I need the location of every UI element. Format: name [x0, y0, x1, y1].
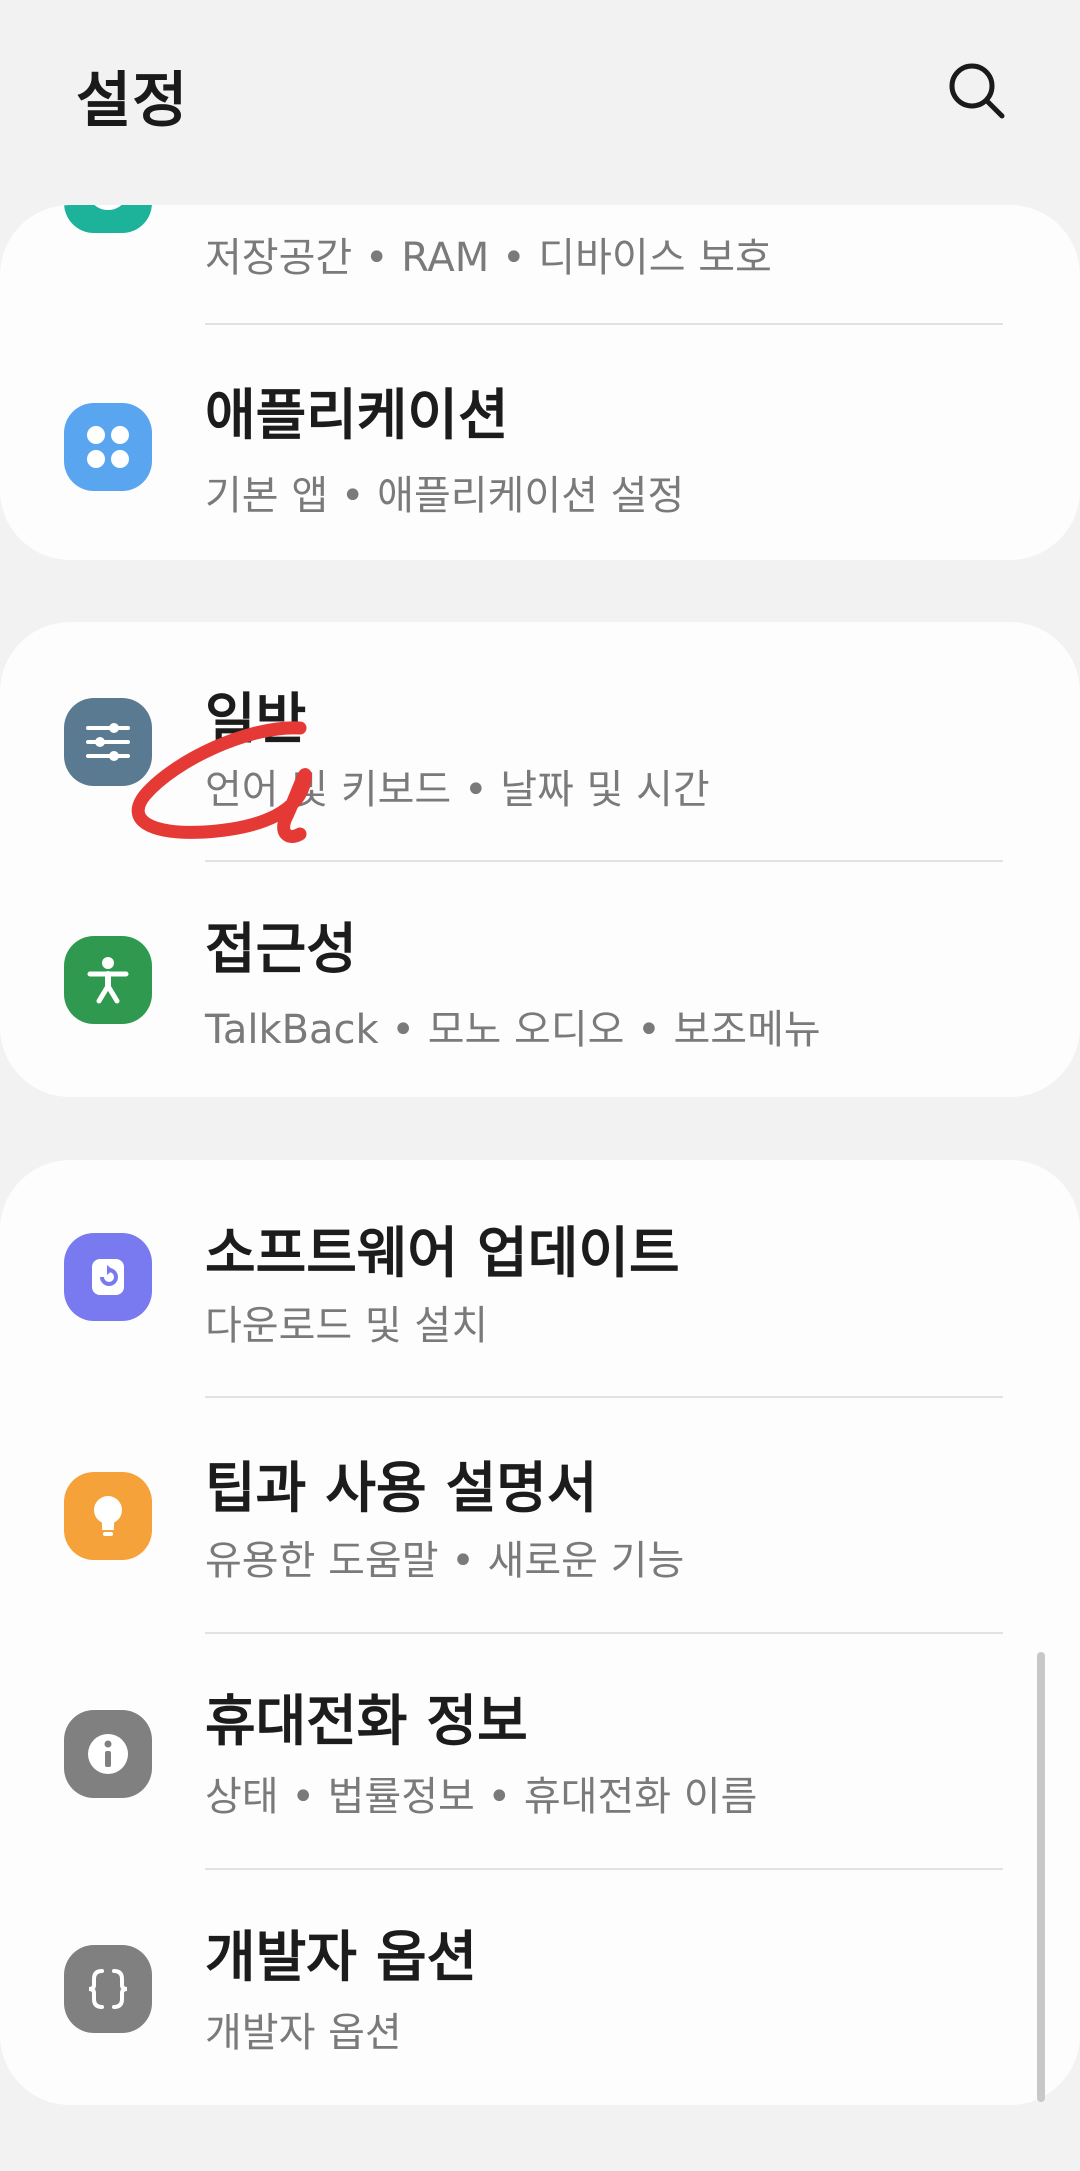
app-header: 설정 — [0, 0, 1080, 190]
settings-item-subtitle: 기본 앱 • 애플리케이션 설정 — [205, 473, 685, 519]
scrollbar[interactable] — [1037, 1652, 1045, 2102]
page-title: 설정 — [76, 66, 189, 136]
settings-item-label: 휴대전화 정보 — [205, 1689, 528, 1753]
info-icon — [64, 1710, 152, 1798]
settings-item-label: 소프트웨어 업데이트 — [205, 1221, 680, 1285]
lightbulb-icon — [64, 1472, 152, 1560]
settings-card-device: 저장공간 • RAM • 디바이스 보호 애플리케이션 기본 앱 • 애플리케이… — [0, 205, 1080, 560]
settings-item-subtitle: 상태 • 법률정보 • 휴대전화 이름 — [205, 1774, 758, 1820]
settings-item-label: 일반 — [205, 687, 307, 751]
settings-item-software-update[interactable]: 소프트웨어 업데이트 다운로드 및 설치 — [0, 1160, 1080, 1398]
software-update-icon — [64, 1233, 152, 1321]
settings-item-accessibility[interactable]: 접근성 TalkBack • 모노 오디오 • 보조메뉴 — [0, 862, 1080, 1097]
sliders-icon — [64, 698, 152, 786]
settings-item-device-care[interactable]: 저장공간 • RAM • 디바이스 보호 — [0, 205, 1080, 325]
settings-item-developer-options[interactable]: 개발자 옵션 개발자 옵션 — [0, 1870, 1080, 2105]
settings-item-subtitle: 언어 및 키보드 • 날짜 및 시간 — [205, 767, 710, 813]
settings-item-phone-info[interactable]: 휴대전화 정보 상태 • 법률정보 • 휴대전화 이름 — [0, 1634, 1080, 1870]
settings-item-subtitle: 다운로드 및 설치 — [205, 1303, 489, 1349]
settings-item-subtitle: TalkBack • 모노 오디오 • 보조메뉴 — [205, 1007, 821, 1053]
accessibility-icon — [64, 936, 152, 1024]
settings-item-subtitle: 개발자 옵션 — [205, 2010, 402, 2056]
settings-card-general: 일반 언어 및 키보드 • 날짜 및 시간 접근성 TalkBack • 모노 … — [0, 622, 1080, 1097]
settings-item-subtitle: 유용한 도움말 • 새로운 기능 — [205, 1538, 685, 1584]
settings-item-label: 팁과 사용 설명서 — [205, 1456, 598, 1520]
settings-item-label: 애플리케이션 — [205, 383, 509, 447]
settings-item-subtitle: 저장공간 • RAM • 디바이스 보호 — [205, 235, 772, 281]
settings-item-label: 접근성 — [205, 917, 357, 981]
settings-item-applications[interactable]: 애플리케이션 기본 앱 • 애플리케이션 설정 — [0, 325, 1080, 560]
settings-item-label: 개발자 옵션 — [205, 1925, 478, 1989]
developer-options-icon — [64, 1945, 152, 2033]
settings-item-tips[interactable]: 팁과 사용 설명서 유용한 도움말 • 새로운 기능 — [0, 1398, 1080, 1634]
settings-card-support: 소프트웨어 업데이트 다운로드 및 설치 팁과 사용 설명서 유용한 도움말 •… — [0, 1160, 1080, 2105]
search-button[interactable] — [938, 52, 1018, 132]
apps-icon — [64, 403, 152, 491]
device-care-icon — [64, 205, 152, 233]
settings-item-general[interactable]: 일반 언어 및 키보드 • 날짜 및 시간 — [0, 622, 1080, 862]
search-icon — [949, 63, 1005, 119]
